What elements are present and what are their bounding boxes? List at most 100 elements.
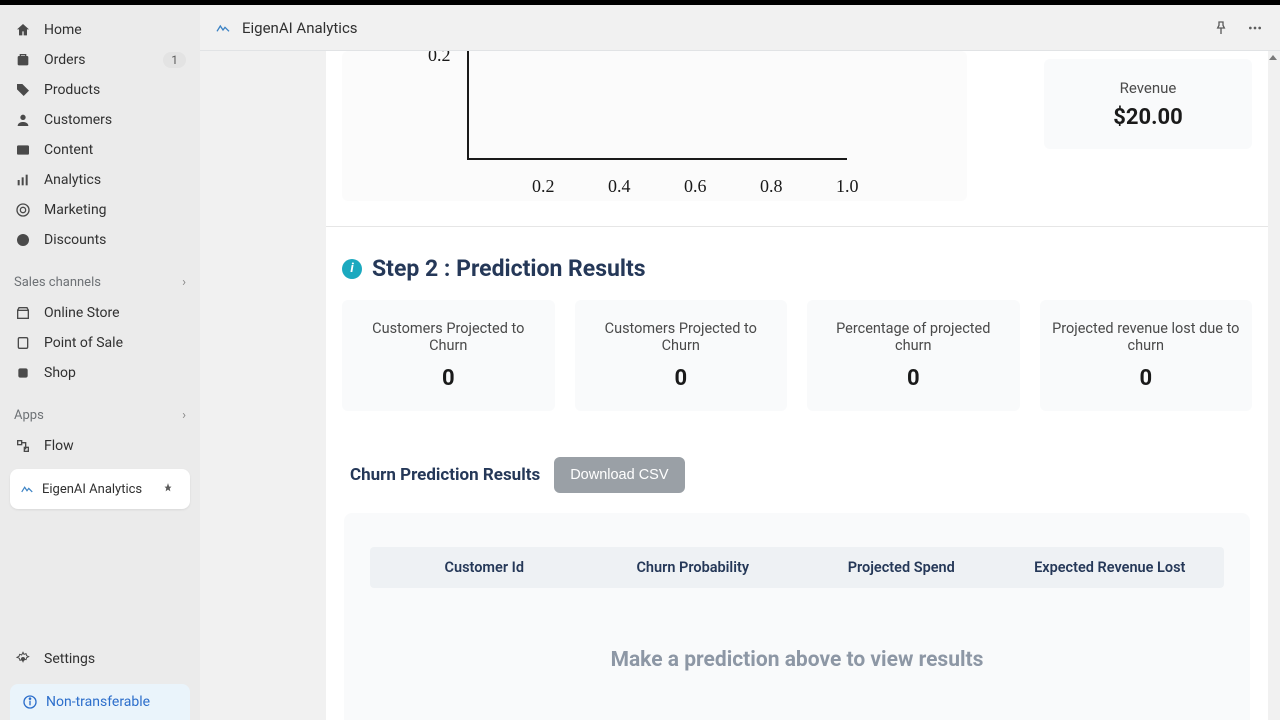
apps-header[interactable]: Apps › [0, 400, 200, 431]
table-header: Customer Id Churn Probability Projected … [370, 547, 1224, 588]
scrollbar[interactable] [1266, 51, 1280, 720]
sidebar-item-settings[interactable]: Settings [0, 644, 200, 674]
sidebar-item-label: Products [44, 82, 100, 98]
metric-label: Projected revenue lost due to churn [1050, 320, 1243, 354]
pin-button[interactable] [1210, 17, 1232, 39]
sidebar-item-orders[interactable]: Orders 1 [0, 45, 200, 75]
chart-x-tick: 0.4 [608, 176, 631, 197]
download-csv-button[interactable]: Download CSV [554, 457, 684, 493]
sidebar-item-label: Point of Sale [44, 335, 123, 351]
metrics-row: Customers Projected to Churn 0 Customers… [326, 300, 1268, 411]
marketing-icon [14, 201, 32, 219]
metric-card-customers-churn-1: Customers Projected to Churn 0 [342, 300, 555, 411]
step2-header: i Step 2 : Prediction Results [326, 227, 1268, 300]
chart-y-tick: 0.2 [428, 51, 451, 66]
pin-icon[interactable] [156, 477, 180, 501]
metric-value: 0 [907, 366, 920, 391]
content-icon [14, 141, 32, 159]
active-app-label: EigenAI Analytics [42, 482, 142, 497]
home-icon [14, 21, 32, 39]
sidebar-item-customers[interactable]: Customers [0, 105, 200, 135]
page-title: EigenAI Analytics [242, 19, 358, 37]
sidebar-item-products[interactable]: Products [0, 75, 200, 105]
sidebar-item-content[interactable]: Content [0, 135, 200, 165]
chart-x-tick: 0.8 [760, 176, 783, 197]
sidebar-item-shop[interactable]: Shop [0, 358, 200, 388]
table-col-churn-prob: Churn Probability [589, 559, 798, 576]
metric-card-customers-churn-2: Customers Projected to Churn 0 [575, 300, 788, 411]
revenue-card: Revenue $20.00 [1044, 59, 1252, 149]
step2-title: Step 2 : Prediction Results [372, 255, 646, 282]
page-header: EigenAI Analytics [200, 5, 1280, 51]
sidebar-item-label: Content [44, 142, 93, 158]
main-area: EigenAI Analytics 0.2 0.2 0.4 0. [200, 5, 1280, 720]
chevron-right-icon: › [182, 275, 186, 290]
sidebar-item-label: Customers [44, 112, 112, 128]
sidebar-item-pos[interactable]: Point of Sale [0, 328, 200, 358]
sidebar-item-discounts[interactable]: Discounts [0, 225, 200, 255]
sidebar: Home Orders 1 Products Customers Content… [0, 5, 200, 720]
products-icon [14, 81, 32, 99]
results-title: Churn Prediction Results [350, 465, 540, 485]
metric-card-percentage-churn: Percentage of projected churn 0 [807, 300, 1020, 411]
sidebar-item-label: Orders [44, 52, 86, 68]
content: 0.2 0.2 0.4 0.6 0.8 1.0 Revenue $20.00 [326, 51, 1268, 720]
app-logo-icon [20, 482, 34, 496]
results-table-card: Customer Id Churn Probability Projected … [344, 513, 1250, 720]
sidebar-item-online-store[interactable]: Online Store [0, 298, 200, 328]
metric-value: 0 [1139, 366, 1152, 391]
sidebar-item-label: Home [44, 22, 82, 38]
pos-icon [14, 334, 32, 352]
metric-value: 0 [442, 366, 455, 391]
orders-badge: 1 [163, 52, 186, 68]
chart-x-axis [467, 158, 847, 160]
scroll-up-icon [1269, 55, 1277, 60]
sidebar-item-label: Online Store [44, 305, 120, 321]
metric-label: Customers Projected to Churn [585, 320, 778, 354]
nontransferable-banner[interactable]: Non-transferable [10, 684, 190, 720]
metric-card-revenue-lost: Projected revenue lost due to churn 0 [1040, 300, 1253, 411]
analytics-icon [14, 171, 32, 189]
sidebar-item-label: Flow [44, 438, 74, 454]
sidebar-item-label: Settings [44, 651, 95, 667]
sidebar-item-label: Shop [44, 365, 76, 381]
customers-icon [14, 111, 32, 129]
sidebar-item-label: Discounts [44, 232, 106, 248]
sidebar-item-label: Marketing [44, 202, 107, 218]
empty-state-message: Make a prediction above to view results [370, 588, 1224, 682]
sales-channels-label: Sales channels [14, 275, 101, 290]
sales-channels-header[interactable]: Sales channels › [0, 267, 200, 298]
chart-area: 0.2 0.2 0.4 0.6 0.8 1.0 Revenue $20.00 [342, 51, 1252, 201]
gear-icon [14, 650, 32, 668]
sidebar-item-marketing[interactable]: Marketing [0, 195, 200, 225]
results-header: Churn Prediction Results Download CSV [326, 411, 1268, 513]
apps-label: Apps [14, 408, 44, 423]
chevron-right-icon: › [182, 408, 186, 423]
revenue-label: Revenue [1120, 79, 1177, 97]
discounts-icon [14, 231, 32, 249]
active-app-pill[interactable]: EigenAI Analytics [10, 469, 190, 509]
metric-label: Customers Projected to Churn [352, 320, 545, 354]
more-menu-button[interactable] [1244, 17, 1266, 39]
sidebar-item-flow[interactable]: Flow [0, 431, 200, 461]
shop-icon [14, 364, 32, 382]
metric-label: Percentage of projected churn [817, 320, 1010, 354]
info-circle-icon [22, 694, 38, 710]
sidebar-item-home[interactable]: Home [0, 15, 200, 45]
nontransferable-label: Non-transferable [46, 694, 150, 710]
chart-y-axis [467, 51, 469, 160]
info-icon: i [342, 259, 362, 279]
chart-x-tick: 0.2 [532, 176, 555, 197]
sidebar-item-analytics[interactable]: Analytics [0, 165, 200, 195]
chart-x-tick: 0.6 [684, 176, 707, 197]
orders-icon [14, 51, 32, 69]
table-col-expected-lost: Expected Revenue Lost [1006, 559, 1215, 576]
revenue-value: $20.00 [1113, 105, 1183, 130]
app-logo-icon [214, 19, 232, 37]
chart-x-tick: 1.0 [836, 176, 859, 197]
table-col-projected-spend: Projected Spend [797, 559, 1006, 576]
sidebar-item-label: Analytics [44, 172, 101, 188]
chart-card: 0.2 0.2 0.4 0.6 0.8 1.0 [342, 51, 967, 201]
table-col-customer-id: Customer Id [380, 559, 589, 576]
store-icon [14, 304, 32, 322]
